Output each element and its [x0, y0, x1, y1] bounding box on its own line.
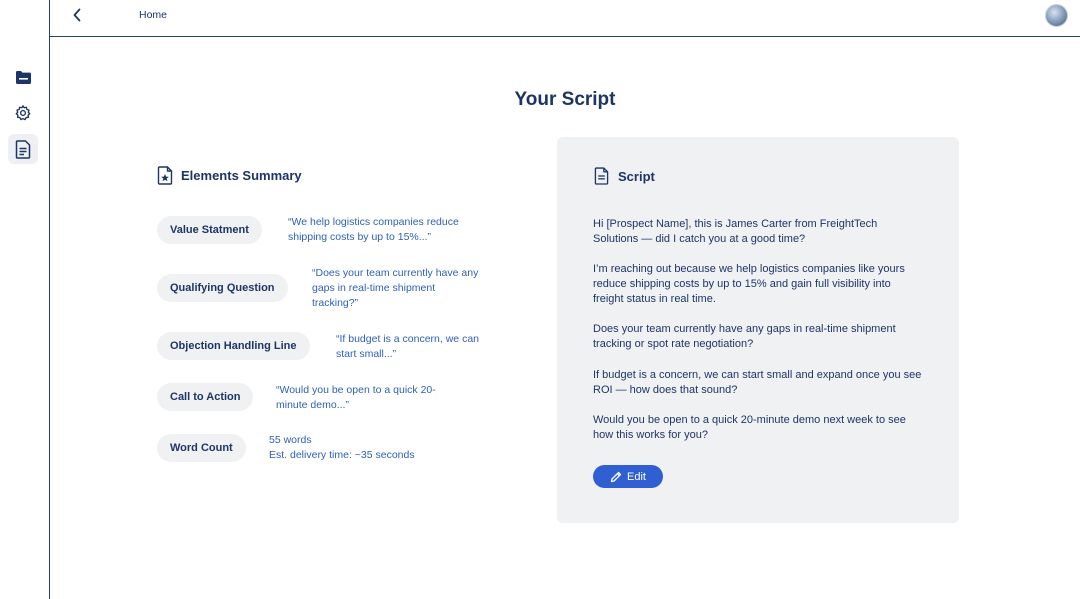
document-star-icon	[157, 166, 173, 185]
sidebar-item-script[interactable]	[8, 134, 38, 164]
back-button[interactable]	[68, 6, 86, 24]
value-statement-pill: Value Statment	[157, 216, 262, 244]
objection-handling-pill: Objection Handling Line	[157, 332, 310, 360]
call-to-action-pill: Call to Action	[157, 383, 254, 411]
page-title: Your Script	[514, 89, 616, 110]
pencil-icon	[610, 471, 622, 482]
elements-summary-header: Elements Summary	[157, 166, 302, 185]
sidebar-item-files[interactable]	[8, 62, 38, 92]
script-paragraph: If budget is a concern, we can start sma…	[593, 369, 922, 396]
edit-button[interactable]: Edit	[593, 465, 663, 488]
top-bar: Home	[50, 0, 1080, 37]
word-count-pill: Word Count	[157, 434, 246, 462]
script-paragraph: I’m reaching out because we help logisti…	[593, 263, 905, 305]
breadcrumb-home[interactable]: Home	[139, 9, 167, 21]
sidebar	[0, 0, 50, 599]
script-card: Script Hi [Prospect Name], this is James…	[557, 137, 959, 523]
edit-button-label: Edit	[627, 470, 646, 483]
delivery-time-value: Est. delivery time: ~35 seconds	[269, 449, 415, 461]
folder-icon	[15, 70, 31, 84]
script-paragraph: Would you be open to a quick 20-minute d…	[593, 414, 906, 441]
call-to-action-text: “Would you be open to a quick 20-minute …	[276, 384, 436, 411]
gear-icon	[15, 105, 31, 121]
script-paragraph: Does your team currently have any gaps i…	[593, 323, 896, 350]
qualifying-question-pill: Qualifying Question	[157, 274, 288, 302]
script-paragraph: Hi [Prospect Name], this is James Carter…	[593, 218, 878, 245]
document-icon	[15, 139, 31, 159]
sidebar-item-settings[interactable]	[8, 98, 38, 128]
chevron-left-icon	[73, 8, 81, 22]
value-statement-text: “We help logistics companies reduce ship…	[288, 216, 459, 243]
elements-summary-title: Elements Summary	[181, 168, 302, 183]
script-title: Script	[618, 168, 655, 184]
qualifying-question-text: “Does your team currently have any gaps …	[312, 267, 479, 309]
document-icon	[594, 167, 609, 185]
word-count-value: 55 words	[269, 434, 312, 446]
script-header: Script	[594, 167, 655, 185]
objection-handling-text: “If budget is a concern, we can start sm…	[336, 333, 479, 360]
user-avatar[interactable]	[1045, 4, 1068, 27]
